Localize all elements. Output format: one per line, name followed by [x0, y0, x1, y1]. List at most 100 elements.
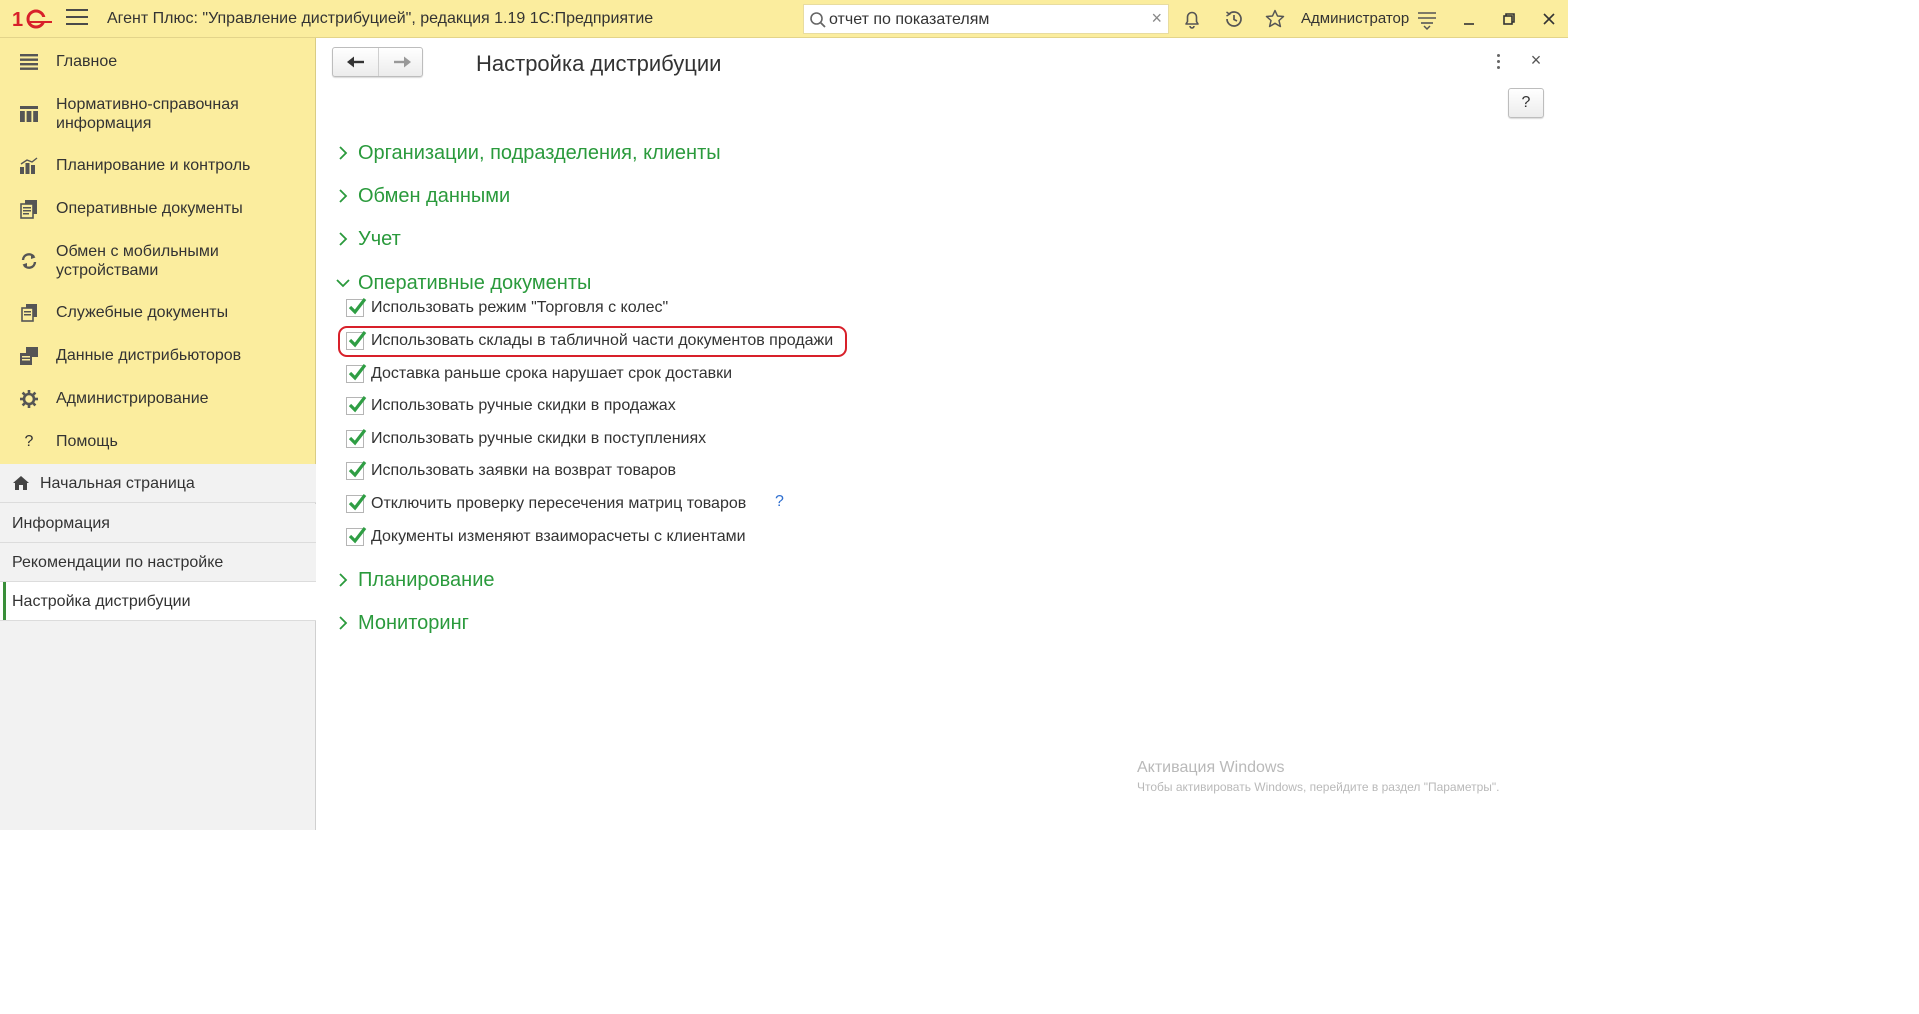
sidebar-item-operational-docs[interactable]: Оперативные документы — [0, 197, 316, 221]
open-window-label: Настройка дистрибуции — [12, 593, 191, 610]
section-label: Обмен данными — [358, 185, 511, 207]
search-icon — [810, 12, 826, 28]
window-close-icon[interactable] — [1536, 6, 1562, 32]
svg-text:1: 1 — [12, 9, 23, 31]
checkmark-icon — [348, 396, 367, 413]
checkbox-label: Использовать заявки на возврат товаров — [371, 462, 677, 479]
open-window-distribution-settings[interactable]: Настройка дистрибуции — [0, 582, 316, 621]
sidebar-item-help[interactable]: ? Помощь — [0, 430, 316, 454]
star-icon[interactable] — [1263, 7, 1287, 31]
sidebar-item-nsi[interactable]: Нормативно-справочная информация — [0, 94, 316, 134]
sidebar-item-label: Главное — [56, 53, 118, 70]
arrow-right-icon — [393, 56, 411, 68]
sidebar-item-planning[interactable]: Планирование и контроль — [0, 154, 316, 178]
grid-icon — [19, 104, 39, 124]
section-label: Учет — [358, 228, 401, 250]
windows-activation-watermark: Активация Windows Чтобы активировать Win… — [1137, 759, 1500, 794]
checkbox-label: Использовать ручные скидки в поступления… — [371, 430, 707, 447]
menu-lines-icon — [19, 52, 39, 72]
section-label: Планирование — [358, 569, 495, 591]
open-window-label: Рекомендации по настройке — [12, 554, 224, 571]
search-input[interactable] — [829, 9, 1139, 31]
checkbox-label: Отключить проверку пересечения матриц то… — [371, 495, 747, 512]
checkmark-icon — [348, 429, 367, 446]
help-button[interactable]: ? — [1508, 88, 1544, 118]
home-icon — [13, 476, 29, 490]
forward-button[interactable] — [379, 48, 424, 76]
sidebar-item-label: Оперативные документы — [56, 200, 243, 217]
back-button[interactable] — [333, 48, 378, 76]
sidebar-item-label: Обмен с мобильными устройствами — [56, 243, 219, 279]
open-window-recommendations[interactable]: Рекомендации по настройке — [0, 543, 316, 582]
sections-panel: Главное Нормативно-справочная информация… — [0, 38, 316, 464]
sidebar-item-administration[interactable]: Администрирование — [0, 387, 316, 411]
form-close-icon[interactable]: × — [1527, 50, 1545, 70]
watermark-title: Активация Windows — [1137, 759, 1285, 776]
chevron-right-icon — [339, 232, 348, 246]
checkbox-settlements[interactable] — [346, 527, 367, 546]
checkbox-return-requests[interactable] — [346, 461, 367, 480]
checkmark-icon — [348, 461, 367, 478]
documents-icon — [19, 199, 39, 219]
bell-icon[interactable] — [1180, 7, 1204, 31]
1c-logo: 1 — [12, 9, 52, 31]
service-documents-icon — [19, 303, 39, 323]
sidebar-item-label: Администрирование — [56, 390, 209, 407]
clear-search-icon[interactable]: × — [1151, 8, 1162, 29]
checkbox-label: Использовать режим "Торговля с колес" — [371, 299, 669, 316]
checkmark-icon — [348, 527, 367, 544]
app-title: Агент Плюс: "Управление дистрибуцией", р… — [107, 10, 654, 27]
sidebar-item-main[interactable]: Главное — [0, 50, 316, 74]
section-label: Мониторинг — [358, 612, 469, 634]
checkbox-label: Документы изменяют взаиморасчеты с клиен… — [371, 528, 746, 545]
sidebar-item-label: Помощь — [56, 433, 118, 450]
search-box[interactable]: × — [803, 4, 1169, 34]
section-label: Оперативные документы — [358, 272, 592, 294]
open-window-label: Начальная страница — [40, 475, 195, 492]
chevron-right-icon — [339, 146, 348, 160]
sidebar-item-label: Планирование и контроль — [56, 157, 251, 174]
sync-icon — [19, 251, 39, 271]
sidebar-item-service-docs[interactable]: Служебные документы — [0, 301, 316, 325]
watermark-subtitle: Чтобы активировать Windows, перейдите в … — [1137, 780, 1500, 794]
checkbox-early-delivery[interactable] — [346, 364, 367, 383]
open-windows-panel: Начальная страница Информация Рекомендац… — [0, 464, 316, 830]
more-actions-icon[interactable] — [1489, 50, 1507, 72]
gear-icon — [19, 389, 39, 409]
sidebar-item-label: Служебные документы — [56, 304, 229, 321]
navigation-buttons — [332, 47, 423, 77]
history-icon[interactable] — [1222, 7, 1246, 31]
settings-form: Настройка дистрибуции × ? Организации, п… — [317, 38, 1568, 830]
checkbox-manual-discounts-sales[interactable] — [346, 396, 367, 415]
checkbox-use-warehouses[interactable] — [346, 331, 367, 350]
checkmark-icon — [348, 494, 367, 511]
minimize-icon[interactable] — [1456, 6, 1482, 32]
section-label: Организации, подразделения, клиенты — [358, 142, 721, 164]
open-window-label: Информация — [12, 515, 110, 532]
checkbox-label: Использовать ручные скидки в продажах — [371, 397, 676, 414]
tooltip-help-icon[interactable]: ? — [775, 493, 784, 511]
page-title: Настройка дистрибуции — [476, 51, 722, 76]
checkmark-icon — [348, 364, 367, 381]
title-bar: 1 Агент Плюс: "Управление дистрибуцией",… — [0, 0, 1568, 38]
checkbox-label: Доставка раньше срока нарушает срок дост… — [371, 365, 733, 382]
open-window-home[interactable]: Начальная страница — [0, 464, 316, 503]
restore-icon[interactable] — [1496, 6, 1522, 32]
checkbox-label: Использовать склады в табличной части до… — [371, 332, 834, 349]
settings-menu-icon[interactable] — [1415, 7, 1439, 31]
main-menu-icon[interactable] — [66, 9, 88, 29]
checkbox-van-sales[interactable] — [346, 298, 367, 317]
checkmark-icon — [348, 331, 367, 348]
checkbox-disable-matrix-check[interactable] — [346, 494, 367, 513]
sidebar-item-mobile-exchange[interactable]: Обмен с мобильными устройствами — [0, 241, 316, 281]
question-icon: ? — [24, 433, 34, 450]
checkmark-icon — [348, 298, 367, 315]
bar-chart-icon — [19, 156, 39, 176]
open-window-information[interactable]: Информация — [0, 504, 316, 543]
user-name[interactable]: Администратор — [1301, 10, 1409, 27]
chevron-right-icon — [339, 616, 348, 630]
distributor-data-icon — [19, 346, 39, 366]
arrow-left-icon — [346, 56, 364, 68]
checkbox-manual-discounts-receipts[interactable] — [346, 429, 367, 448]
sidebar-item-distributor-data[interactable]: Данные дистрибьюторов — [0, 344, 316, 368]
